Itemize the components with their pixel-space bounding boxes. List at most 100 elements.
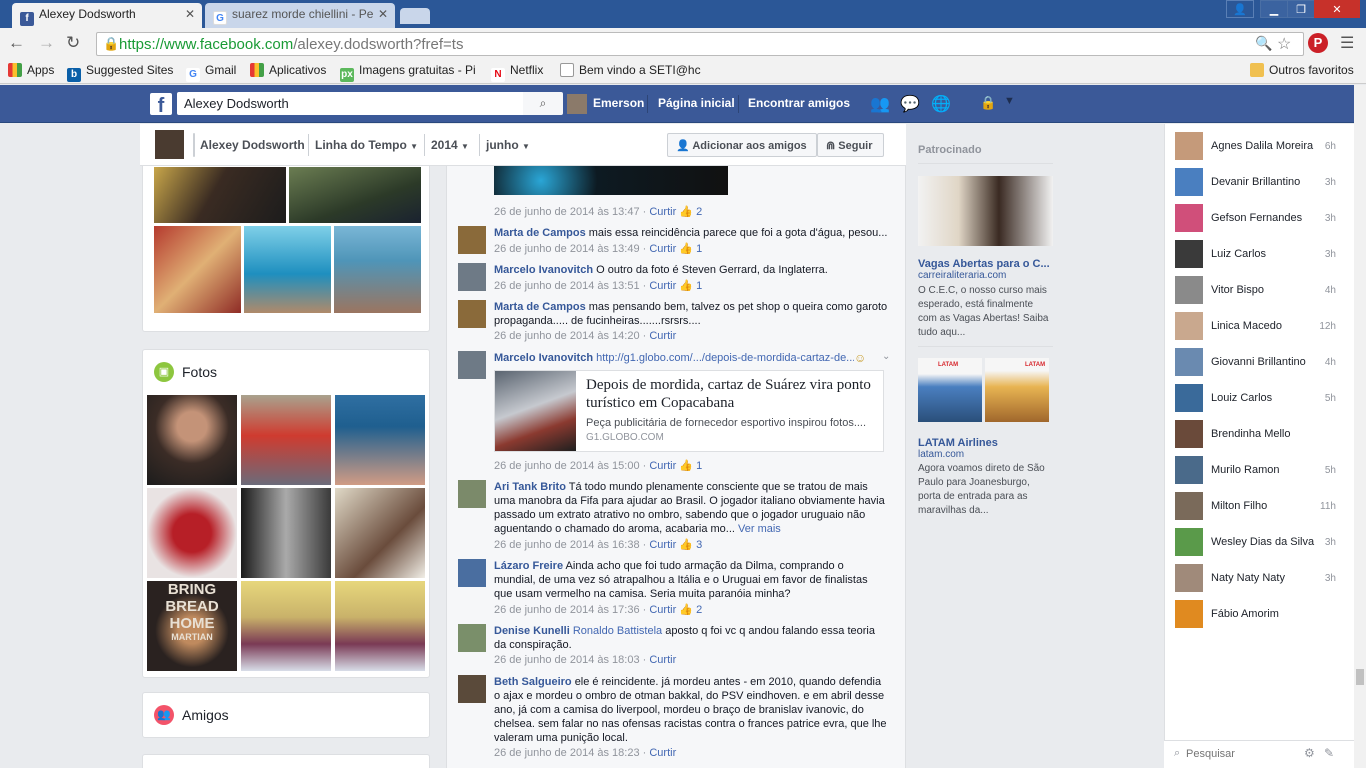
search-button[interactable]: ⌕ bbox=[523, 92, 563, 115]
bookmark-gmail[interactable]: G Gmail bbox=[186, 63, 236, 82]
notifications-globe-icon[interactable]: 🌐 bbox=[931, 94, 951, 114]
chat-contact[interactable]: Devanir Brillantino 3h bbox=[1175, 168, 1340, 196]
avatar[interactable] bbox=[458, 675, 486, 703]
menu-icon[interactable]: ☰ bbox=[1340, 33, 1354, 53]
friend-requests-icon[interactable]: 👥 bbox=[870, 94, 890, 114]
photo-thumbnail[interactable] bbox=[240, 580, 332, 672]
photo-thumbnail[interactable] bbox=[288, 166, 422, 224]
minimize-button[interactable]: ▁ bbox=[1260, 0, 1288, 18]
ad-image[interactable] bbox=[918, 176, 1053, 246]
chat-contact[interactable]: Brendinha Mello bbox=[1175, 420, 1340, 448]
new-tab-button[interactable] bbox=[400, 8, 430, 24]
photo-thumbnail[interactable] bbox=[240, 394, 332, 486]
ad-image[interactable]: LATAM bbox=[985, 358, 1049, 422]
home-link[interactable]: Página inicial bbox=[658, 96, 735, 110]
close-icon[interactable]: ✕ bbox=[378, 7, 388, 21]
search-input[interactable]: Alexey Dodsworth bbox=[177, 92, 523, 115]
comment-link[interactable]: http://g1.globo.com/.../depois-de-mordid… bbox=[596, 352, 854, 364]
like-link[interactable]: Curtir bbox=[649, 604, 676, 616]
ad-image[interactable]: LATAM bbox=[918, 358, 982, 422]
comment-time[interactable]: 26 de junho de 2014 às 14:20 bbox=[494, 330, 640, 342]
like-link[interactable]: Curtir bbox=[649, 243, 676, 255]
chat-contact[interactable]: Naty Naty Naty 3h bbox=[1175, 564, 1340, 592]
scrollbar[interactable] bbox=[1354, 85, 1366, 768]
like-count[interactable]: 2 bbox=[696, 604, 702, 616]
chat-contact[interactable]: Agnes Dalila Moreira 6h bbox=[1175, 132, 1340, 160]
ad-title[interactable]: LATAM Airlines bbox=[918, 437, 998, 449]
avatar[interactable] bbox=[458, 300, 486, 328]
comment-author[interactable]: Beth Salgueiro bbox=[494, 676, 572, 688]
maximize-button[interactable]: ❐ bbox=[1287, 0, 1315, 18]
like-count[interactable]: 1 bbox=[696, 280, 702, 292]
chevron-down-icon[interactable]: ▼ bbox=[1004, 95, 1015, 107]
like-link[interactable]: Curtir bbox=[649, 206, 676, 218]
link-preview[interactable]: Depois de mordida, cartaz de Suárez vira… bbox=[494, 370, 884, 452]
like-count[interactable]: 2 bbox=[696, 206, 702, 218]
see-more-link[interactable]: Ver mais bbox=[738, 523, 781, 535]
comment-author[interactable]: Marcelo Ivanovitch bbox=[494, 264, 593, 276]
like-link[interactable]: Curtir bbox=[649, 460, 676, 472]
bookmark-aplicativos[interactable]: Aplicativos bbox=[250, 63, 326, 77]
month-dropdown[interactable]: junho ▼ bbox=[480, 134, 537, 156]
follow-button[interactable]: ⋒ Seguir bbox=[817, 133, 884, 157]
mention-link[interactable]: Ronaldo Battistela bbox=[573, 625, 662, 637]
avatar[interactable] bbox=[458, 480, 486, 508]
forward-icon[interactable]: → bbox=[38, 33, 55, 53]
chat-contact[interactable]: Vitor Bispo 4h bbox=[1175, 276, 1340, 304]
like-link[interactable]: Curtir bbox=[649, 330, 676, 342]
window-close-button[interactable]: ✕ bbox=[1314, 0, 1360, 18]
comment-photo[interactable] bbox=[494, 166, 728, 195]
comment-time[interactable]: 26 de junho de 2014 às 13:51 bbox=[494, 280, 640, 292]
star-icon[interactable]: ☆ bbox=[1277, 34, 1291, 54]
ad-domain[interactable]: latam.com bbox=[918, 449, 964, 460]
like-count[interactable]: 1 bbox=[696, 243, 702, 255]
bookmark-suggested-sites[interactable]: b Suggested Sites bbox=[67, 63, 173, 82]
like-link[interactable]: Curtir bbox=[649, 654, 676, 666]
ad-title[interactable]: Vagas Abertas para o C... bbox=[918, 258, 1053, 270]
find-friends-link[interactable]: Encontrar amigos bbox=[748, 96, 850, 110]
chat-contact[interactable]: Wesley Dias da Silva 3h bbox=[1175, 528, 1340, 556]
like-link[interactable]: Curtir bbox=[649, 280, 676, 292]
comment-author[interactable]: Marta de Campos bbox=[494, 227, 586, 239]
bookmark-imagens[interactable]: px Imagens gratuitas - Pi bbox=[340, 63, 476, 82]
chat-search-input[interactable] bbox=[1186, 745, 1296, 763]
tab-google[interactable]: Gsuarez morde chiellini - Pe ✕ bbox=[205, 3, 395, 28]
photo-thumbnail[interactable] bbox=[240, 487, 332, 579]
gear-icon[interactable]: ⚙ bbox=[1304, 746, 1315, 760]
profile-name-link[interactable]: Alexey Dodsworth bbox=[194, 134, 309, 156]
photo-thumbnail[interactable] bbox=[153, 225, 242, 314]
bookmark-netflix[interactable]: N Netflix bbox=[491, 63, 543, 82]
photo-thumbnail[interactable] bbox=[334, 394, 426, 486]
year-dropdown[interactable]: 2014 ▼ bbox=[425, 134, 480, 156]
facebook-logo-icon[interactable]: f bbox=[150, 93, 172, 117]
profile-link[interactable]: Emerson bbox=[593, 96, 644, 110]
comment-time[interactable]: 26 de junho de 2014 às 18:03 bbox=[494, 654, 640, 666]
ad-domain[interactable]: carreiraliteraria.com bbox=[918, 270, 1006, 281]
scrollbar-thumb[interactable] bbox=[1356, 669, 1364, 685]
chat-contact[interactable]: Luiz Carlos 3h bbox=[1175, 240, 1340, 268]
photos-title[interactable]: Fotos bbox=[182, 364, 217, 380]
bookmark-other[interactable]: Outros favoritos bbox=[1250, 63, 1354, 77]
avatar[interactable] bbox=[567, 94, 587, 114]
chat-contact[interactable]: Louiz Carlos 5h bbox=[1175, 384, 1340, 412]
like-link[interactable]: Curtir bbox=[649, 747, 676, 759]
like-count[interactable]: 1 bbox=[696, 460, 702, 472]
comment-time[interactable]: 26 de junho de 2014 às 13:49 bbox=[494, 243, 640, 255]
bookmark-seti[interactable]: Bem vindo a SETI@hc bbox=[560, 63, 701, 77]
comment-author[interactable]: Marcelo Ivanovitch bbox=[494, 352, 593, 364]
chat-contact[interactable]: Milton Filho 11h bbox=[1175, 492, 1340, 520]
compose-icon[interactable]: ✎ bbox=[1324, 746, 1334, 760]
privacy-lock-icon[interactable]: 🔒 bbox=[980, 95, 996, 111]
reload-icon[interactable]: ↻ bbox=[66, 33, 80, 53]
comment-author[interactable]: Lázaro Freire bbox=[494, 560, 563, 572]
timeline-dropdown[interactable]: Linha do Tempo ▼ bbox=[309, 134, 425, 156]
tab-facebook[interactable]: f Alexey Dodsworth ✕ bbox=[12, 3, 202, 28]
messages-icon[interactable]: 💬 bbox=[900, 94, 920, 114]
url-field[interactable]: 🔒 https://www.facebook.com/alexey.dodswo… bbox=[96, 32, 1304, 56]
chevron-down-icon[interactable]: ⌄ bbox=[882, 351, 890, 362]
avatar[interactable] bbox=[458, 624, 486, 652]
back-icon[interactable]: ← bbox=[8, 33, 25, 53]
photo-thumbnail[interactable] bbox=[153, 166, 287, 224]
comment-time[interactable]: 26 de junho de 2014 às 13:47 bbox=[494, 206, 640, 218]
avatar[interactable] bbox=[458, 226, 486, 254]
